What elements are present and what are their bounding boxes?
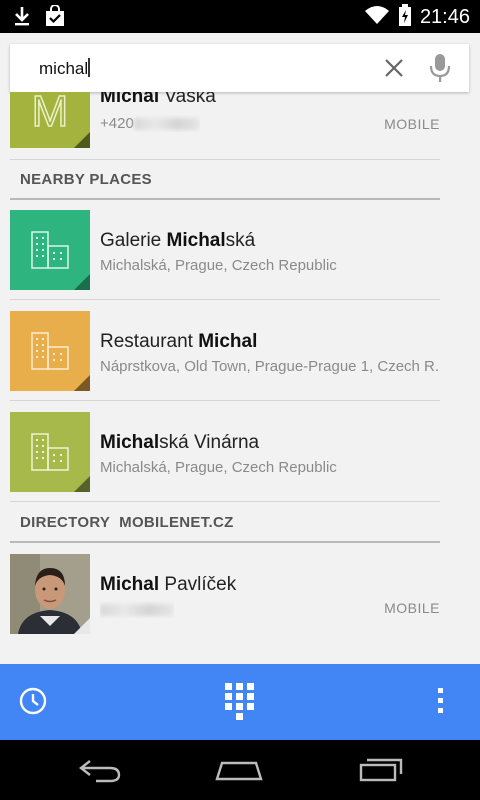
place-address: Michalská, Prague, Czech Republic: [100, 257, 337, 274]
dialpad-icon[interactable]: [224, 682, 256, 727]
contact-avatar-tile: M: [10, 92, 90, 148]
place-name: Restaurant Michal: [100, 331, 258, 352]
history-icon[interactable]: [18, 686, 48, 721]
place-address: Michalská, Prague, Czech Republic: [100, 459, 337, 476]
divider: [10, 159, 440, 160]
contact-phone: +420: [100, 115, 200, 132]
place-name: Michalská Vinárna: [100, 432, 260, 453]
battery-icon: [398, 4, 412, 31]
microphone-icon[interactable]: [429, 53, 451, 88]
overflow-menu-icon[interactable]: [437, 686, 445, 721]
section-divider: [10, 198, 440, 200]
place-row[interactable]: Michalská Vinárna Michalská, Prague, Cze…: [0, 412, 480, 492]
place-address: Náprstkova, Old Town, Prague-Prague 1, C…: [100, 358, 440, 375]
place-tile: [10, 311, 90, 391]
home-icon[interactable]: [214, 757, 264, 788]
search-query-text: michal: [39, 59, 89, 78]
section-header-directory: DIRECTORY MOBILENET.CZ: [20, 514, 234, 531]
place-tile: [10, 412, 90, 492]
phone-type-label: MOBILE: [384, 116, 440, 132]
action-bar: [0, 664, 480, 740]
text-caret: [88, 58, 90, 77]
clock-time: 21:46: [419, 6, 470, 28]
search-input[interactable]: michal: [39, 58, 90, 79]
place-name: Galerie Michalská: [100, 230, 256, 251]
contact-name: Michal Vaška: [100, 92, 216, 107]
back-icon[interactable]: [78, 757, 122, 788]
phone-type-label: MOBILE: [384, 600, 440, 616]
place-tile: [10, 210, 90, 290]
divider: [10, 299, 440, 300]
shopping-bag-icon: [44, 4, 66, 32]
section-divider: [10, 541, 440, 543]
navigation-bar: [0, 740, 480, 800]
divider: [10, 400, 440, 401]
directory-contact-row[interactable]: Michal Pavlíček MOBILE: [0, 554, 480, 634]
status-bar: 21:46: [0, 0, 480, 33]
wifi-icon: [364, 4, 390, 31]
divider: [10, 501, 440, 502]
download-icon: [12, 5, 32, 32]
results-list: M Michal Vaška +420 MOBILE NEARBY PLACES…: [0, 92, 480, 664]
contact-letter: M: [32, 92, 69, 136]
directory-contact-name: Michal Pavlíček: [100, 574, 237, 595]
place-row[interactable]: Galerie Michalská Michalská, Prague, Cze…: [0, 210, 480, 290]
search-bar: michal: [10, 44, 469, 92]
directory-contact-phone: [100, 601, 174, 618]
close-icon[interactable]: [382, 56, 406, 85]
section-header-nearby-places: NEARBY PLACES: [20, 171, 152, 188]
contact-row[interactable]: M Michal Vaška +420 MOBILE: [0, 92, 480, 158]
avatar: [10, 554, 90, 634]
recents-icon[interactable]: [358, 755, 404, 788]
place-row[interactable]: Restaurant Michal Náprstkova, Old Town, …: [0, 311, 480, 391]
